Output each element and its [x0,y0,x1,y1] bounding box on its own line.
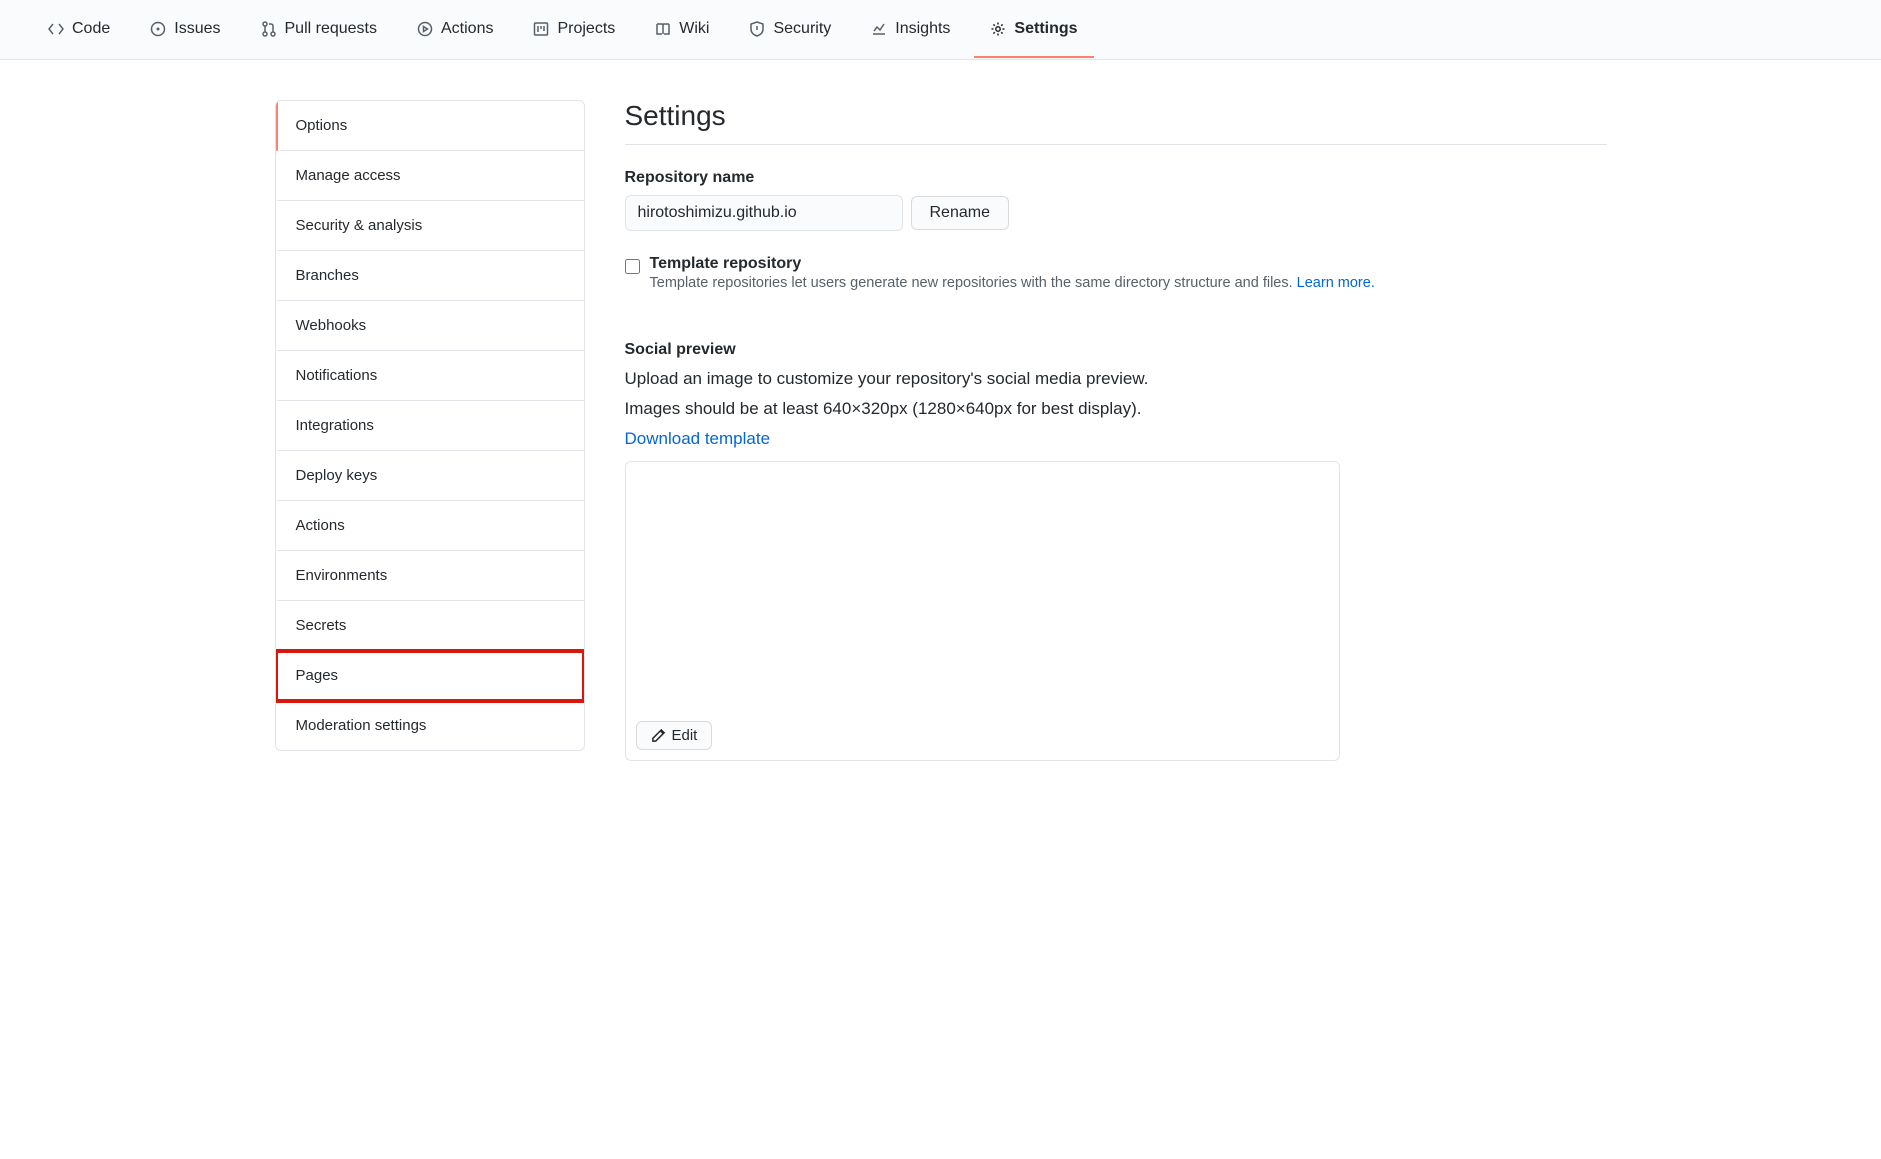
template-learn-more-link[interactable]: Learn more. [1297,275,1375,291]
tab-issues[interactable]: Issues [134,2,236,58]
sidebar-item-pages[interactable]: Pages [276,651,584,701]
tab-projects-label: Projects [557,20,615,38]
book-icon [655,21,671,37]
sidebar-item-label: Options [296,117,348,134]
sidebar-item-manage-access[interactable]: Manage access [276,151,584,201]
sidebar-item-label: Webhooks [296,317,367,334]
code-icon [48,21,64,37]
pencil-icon [651,728,666,743]
tab-code[interactable]: Code [32,2,126,58]
tab-insights[interactable]: Insights [855,2,966,58]
tab-wiki[interactable]: Wiki [639,2,725,58]
tab-actions[interactable]: Actions [401,2,509,58]
template-label: Template repository [650,255,1375,273]
tab-actions-label: Actions [441,20,493,38]
sidebar-item-label: Moderation settings [296,717,427,734]
repo-name-input[interactable] [625,195,903,231]
project-icon [533,21,549,37]
issue-icon [150,21,166,37]
settings-sidebar: Options Manage access Security & analysi… [275,100,585,751]
sidebar-item-branches[interactable]: Branches [276,251,584,301]
template-checkbox[interactable] [625,259,640,274]
graph-icon [871,21,887,37]
sidebar-item-label: Manage access [296,167,401,184]
rename-button[interactable]: Rename [911,196,1009,230]
social-line1: Upload an image to customize your reposi… [625,369,1607,389]
tab-security-label: Security [773,20,831,38]
sidebar-item-label: Notifications [296,367,378,384]
sidebar-item-label: Security & analysis [296,217,423,234]
download-template-link[interactable]: Download template [625,429,771,448]
shield-icon [749,21,765,37]
sidebar-item-environments[interactable]: Environments [276,551,584,601]
repo-name-label: Repository name [625,169,1607,187]
tab-security[interactable]: Security [733,2,847,58]
sidebar-item-label: Integrations [296,417,374,434]
social-preview-box: Edit [625,461,1340,761]
sidebar-item-webhooks[interactable]: Webhooks [276,301,584,351]
sidebar-item-notifications[interactable]: Notifications [276,351,584,401]
edit-button[interactable]: Edit [636,721,713,750]
sidebar-item-label: Deploy keys [296,467,378,484]
edit-button-label: Edit [672,727,698,744]
play-icon [417,21,433,37]
sidebar-item-security-analysis[interactable]: Security & analysis [276,201,584,251]
settings-main: Settings Repository name Rename Template… [625,100,1607,761]
social-heading: Social preview [625,341,1607,359]
social-line2: Images should be at least 640×320px (128… [625,399,1607,419]
tab-issues-label: Issues [174,20,220,38]
page-title: Settings [625,100,1607,145]
sidebar-item-label: Actions [296,517,345,534]
sidebar-item-moderation[interactable]: Moderation settings [276,701,584,750]
template-desc-text: Template repositories let users generate… [650,275,1297,291]
sidebar-item-label: Secrets [296,617,347,634]
sidebar-item-label: Environments [296,567,388,584]
sidebar-item-secrets[interactable]: Secrets [276,601,584,651]
template-desc: Template repositories let users generate… [650,275,1375,291]
tab-insights-label: Insights [895,20,950,38]
gear-icon [990,21,1006,37]
sidebar-item-integrations[interactable]: Integrations [276,401,584,451]
sidebar-item-label: Branches [296,267,359,284]
tab-code-label: Code [72,20,110,38]
sidebar-item-options[interactable]: Options [276,101,584,151]
repo-topnav: Code Issues Pull requests Actions Projec… [0,0,1881,60]
sidebar-item-actions[interactable]: Actions [276,501,584,551]
tab-pulls[interactable]: Pull requests [245,2,394,58]
tab-wiki-label: Wiki [679,20,709,38]
pull-request-icon [261,21,277,37]
tab-settings-label: Settings [1014,20,1077,38]
tab-pulls-label: Pull requests [285,20,378,38]
sidebar-item-label: Pages [296,667,339,684]
sidebar-item-deploy-keys[interactable]: Deploy keys [276,451,584,501]
tab-settings[interactable]: Settings [974,2,1093,58]
tab-projects[interactable]: Projects [517,2,631,58]
